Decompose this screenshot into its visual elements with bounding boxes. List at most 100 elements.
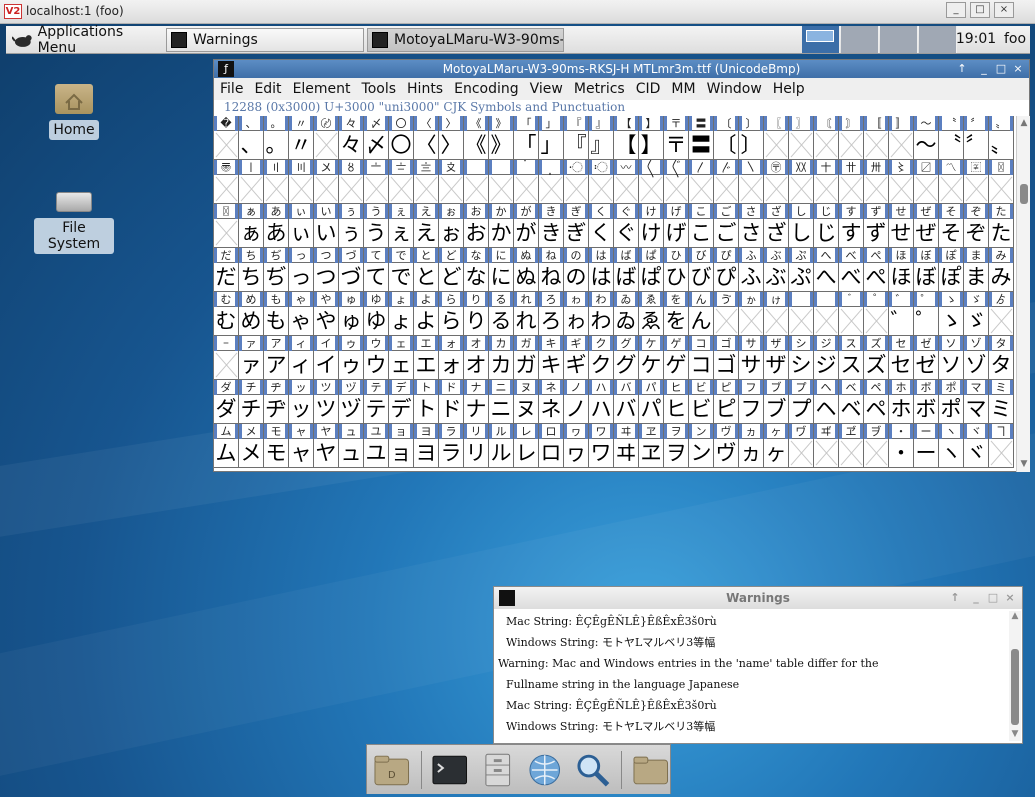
glyph-cell[interactable]: 〪 — [464, 160, 489, 204]
glyph-cell[interactable]: 〼 — [914, 160, 939, 204]
menu-tools[interactable]: Tools — [362, 81, 397, 97]
glyph-cell[interactable]: 〯 — [589, 160, 614, 204]
glyph-cell[interactable]: ィィ — [289, 336, 314, 380]
glyph-cell[interactable]: ぎぎ — [564, 204, 589, 248]
glyph-cell[interactable]: アア — [264, 336, 289, 380]
glyph-cell[interactable]: ッッ — [289, 380, 314, 424]
glyph-cell[interactable]: ぷぷ — [789, 248, 814, 292]
glyph-cell[interactable]: ぜぜ — [914, 204, 939, 248]
glyph-cell[interactable]: じじ — [814, 204, 839, 248]
menu-hints[interactable]: Hints — [407, 81, 443, 97]
web-browser-icon[interactable] — [526, 751, 564, 789]
glyph-cell[interactable]: 〢 — [264, 160, 289, 204]
glyph-cell[interactable]: ププ — [789, 380, 814, 424]
glyph-cell[interactable]: 〠 — [214, 160, 239, 204]
glyph-cell[interactable]: ウウ — [364, 336, 389, 380]
file-manager-icon[interactable]: D — [373, 751, 411, 789]
glyph-cell[interactable]: ゆゆ — [364, 292, 389, 336]
glyph-cell[interactable]: きき — [539, 204, 564, 248]
glyph-cell[interactable]: 〵 — [739, 160, 764, 204]
glyph-cell[interactable]: ビビ — [689, 380, 714, 424]
glyph-cell[interactable]: オオ — [464, 336, 489, 380]
glyph-cell[interactable]: せせ — [889, 204, 914, 248]
glyph-cell[interactable]: けけ — [639, 204, 664, 248]
clock[interactable]: 19:01 — [955, 26, 997, 53]
glyph-cell[interactable]: ゗ — [789, 292, 814, 336]
glyph-grid[interactable]: �、、。。〃〃〄々々〆〆〇〇〈〈〉〉《《》》「「」」『『』』【【】】〒〒〓〓〔〔… — [214, 116, 1014, 472]
glyph-cell[interactable]: 〿 — [989, 160, 1014, 204]
glyph-cell[interactable]: 〦 — [364, 160, 389, 204]
glyph-cell[interactable]: とと — [414, 248, 439, 292]
glyph-cell[interactable]: 。。 — [264, 116, 289, 160]
glyph-cell[interactable]: 〽 — [939, 160, 964, 204]
glyph-cell[interactable]: 〛 — [889, 116, 914, 160]
glyph-cell[interactable]: 〲 — [664, 160, 689, 204]
glyph-cell[interactable]: ザザ — [764, 336, 789, 380]
glyph-cell[interactable]: ヮヮ — [564, 424, 589, 468]
glyph-cell[interactable]: 【【 — [614, 116, 639, 160]
minimize-button[interactable]: _ — [976, 61, 992, 77]
glyph-cell[interactable]: ポポ — [939, 380, 964, 424]
glyph-cell[interactable]: ヌヌ — [514, 380, 539, 424]
glyph-cell[interactable]: ちち — [239, 248, 264, 292]
glyph-cell[interactable]: もも — [264, 292, 289, 336]
glyph-cell[interactable]: ヂヂ — [264, 380, 289, 424]
taskbar-font-window[interactable]: MotoyaLMaru-W3-90ms-… — [367, 28, 564, 52]
glyph-cell[interactable]: ゝゝ — [939, 292, 964, 336]
glyph-cell[interactable]: チチ — [239, 380, 264, 424]
glyph-cell[interactable]: 〇〇 — [389, 116, 414, 160]
menu-encoding[interactable]: Encoding — [454, 81, 519, 97]
vnc-minimize-button[interactable]: _ — [946, 2, 966, 18]
glyph-cell[interactable]: ヨヨ — [414, 424, 439, 468]
glyph-cell[interactable]: スス — [839, 336, 864, 380]
glyph-cell[interactable]: ネネ — [539, 380, 564, 424]
glyph-cell[interactable]: リリ — [464, 424, 489, 468]
glyph-cell[interactable]: モモ — [264, 424, 289, 468]
glyph-cell[interactable]: ミミ — [989, 380, 1014, 424]
glyph-cell[interactable]: れれ — [514, 292, 539, 336]
glyph-cell[interactable]: ョョ — [389, 424, 414, 468]
glyph-cell[interactable]: うう — [364, 204, 389, 248]
glyph-cell[interactable]: ギギ — [564, 336, 589, 380]
glyph-cell[interactable]: 〳 — [689, 160, 714, 204]
glyph-cell[interactable]: 〨 — [414, 160, 439, 204]
glyph-cell[interactable]: 〙 — [839, 116, 864, 160]
scroll-up-icon[interactable]: ▲ — [1010, 611, 1020, 621]
glyph-cell[interactable]: ぁぁ — [239, 204, 264, 248]
glyph-cell[interactable]: ゜゜ — [914, 292, 939, 336]
glyph-cell[interactable]: 々々 — [339, 116, 364, 160]
menu-edit[interactable]: Edit — [254, 81, 281, 97]
glyph-cell[interactable]: ゅゅ — [339, 292, 364, 336]
glyph-cell[interactable]: 〔〔 — [714, 116, 739, 160]
glyph-cell[interactable]: ぼぼ — [914, 248, 939, 292]
glyph-cell[interactable]: デデ — [389, 380, 414, 424]
glyph-cell[interactable]: ぅぅ — [339, 204, 364, 248]
glyph-cell[interactable]: ゖ — [764, 292, 789, 336]
menu-metrics[interactable]: Metrics — [574, 81, 625, 97]
glyph-cell[interactable]: ろろ — [539, 292, 564, 336]
glyph-cell[interactable]: だだ — [214, 248, 239, 292]
glyph-cell[interactable]: 〸 — [814, 160, 839, 204]
glyph-cell[interactable]: レレ — [514, 424, 539, 468]
glyph-cell[interactable]: 〒〒 — [664, 116, 689, 160]
glyph-cell[interactable]: ゴゴ — [714, 336, 739, 380]
glyph-cell[interactable]: ふふ — [739, 248, 764, 292]
glyph-cell[interactable]: ょょ — [389, 292, 414, 336]
menu-cid[interactable]: CID — [636, 81, 661, 97]
taskbar-warnings[interactable]: Warnings — [166, 28, 364, 52]
glyph-cell[interactable]: ズズ — [864, 336, 889, 380]
glyph-cell[interactable]: エエ — [414, 336, 439, 380]
glyph-cell[interactable]: ゼゼ — [914, 336, 939, 380]
scroll-thumb[interactable] — [1011, 649, 1019, 725]
glyph-cell[interactable]: ぞぞ — [964, 204, 989, 248]
glyph-cell[interactable]: りり — [464, 292, 489, 336]
glyph-cell[interactable]: べべ — [839, 248, 864, 292]
glyph-cell[interactable]: ぉぉ — [439, 204, 464, 248]
glyph-cell[interactable]: 〓〓 — [689, 116, 714, 160]
glyph-cell[interactable]: ぱぱ — [639, 248, 664, 292]
glyph-cell[interactable]: ぃぃ — [289, 204, 314, 248]
glyph-cell[interactable]: ググ — [614, 336, 639, 380]
glyph-cell[interactable]: ゑゑ — [639, 292, 664, 336]
glyph-cell[interactable]: どど — [439, 248, 464, 292]
glyph-cell[interactable]: ゠ — [214, 336, 239, 380]
